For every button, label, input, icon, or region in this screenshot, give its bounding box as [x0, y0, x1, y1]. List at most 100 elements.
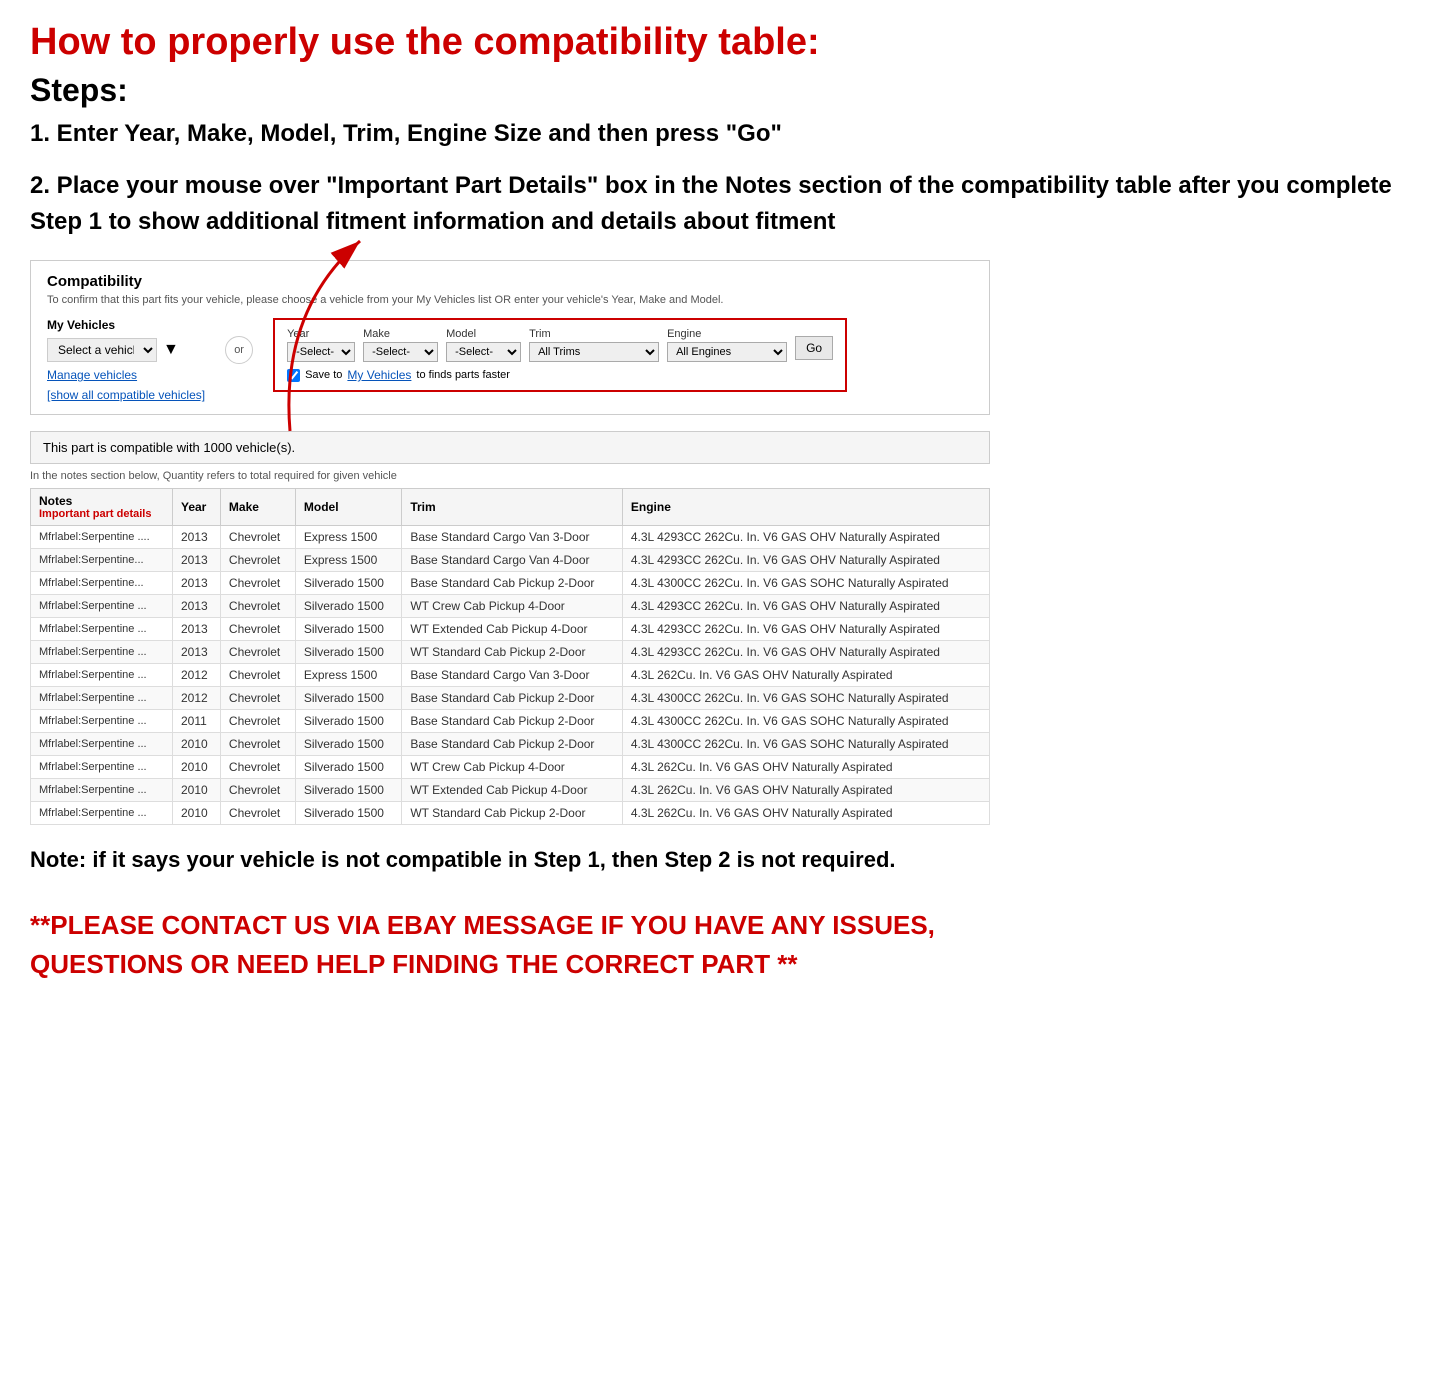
year-cell: 2013	[172, 526, 220, 549]
trim-cell: Base Standard Cargo Van 3-Door	[402, 664, 623, 687]
notes-cell: Mfrlabel:Serpentine ....	[31, 526, 173, 549]
engine-cell: 4.3L 4293CC 262Cu. In. V6 GAS OHV Natura…	[622, 641, 989, 664]
notes-cell: Mfrlabel:Serpentine ...	[31, 802, 173, 825]
engine-cell: 4.3L 4293CC 262Cu. In. V6 GAS OHV Natura…	[622, 526, 989, 549]
step1-text: 1. Enter Year, Make, Model, Trim, Engine…	[30, 117, 1415, 151]
model-cell: Express 1500	[295, 549, 401, 572]
contact-message: **PLEASE CONTACT US VIA EBAY MESSAGE IF …	[30, 906, 990, 984]
trim-cell: WT Extended Cab Pickup 4-Door	[402, 779, 623, 802]
model-cell: Silverado 1500	[295, 802, 401, 825]
trim-cell: WT Crew Cab Pickup 4-Door	[402, 595, 623, 618]
table-row: Mfrlabel:Serpentine ...2012ChevroletSilv…	[31, 687, 990, 710]
make-label: Make	[363, 328, 438, 340]
engine-cell: 4.3L 4300CC 262Cu. In. V6 GAS SOHC Natur…	[622, 710, 989, 733]
quantity-note: In the notes section below, Quantity ref…	[30, 470, 1415, 482]
table-body: Mfrlabel:Serpentine ....2013ChevroletExp…	[31, 526, 990, 825]
table-row: Mfrlabel:Serpentine ...2011ChevroletSilv…	[31, 710, 990, 733]
engine-cell: 4.3L 262Cu. In. V6 GAS OHV Naturally Asp…	[622, 802, 989, 825]
compat-title: Compatibility	[47, 273, 973, 290]
year-cell: 2013	[172, 572, 220, 595]
make-cell: Chevrolet	[220, 572, 295, 595]
year-cell: 2011	[172, 710, 220, 733]
table-row: Mfrlabel:Serpentine ...2010ChevroletSilv…	[31, 802, 990, 825]
year-select[interactable]: -Select-	[287, 342, 355, 362]
note-text: Note: if it says your vehicle is not com…	[30, 845, 990, 876]
model-cell: Express 1500	[295, 526, 401, 549]
model-cell: Silverado 1500	[295, 733, 401, 756]
trim-cell: Base Standard Cargo Van 3-Door	[402, 526, 623, 549]
vehicle-select[interactable]: Select a vehicle	[47, 338, 157, 362]
model-cell: Silverado 1500	[295, 595, 401, 618]
model-cell: Silverado 1500	[295, 756, 401, 779]
model-cell: Silverado 1500	[295, 779, 401, 802]
year-cell: 2012	[172, 664, 220, 687]
engine-cell: 4.3L 262Cu. In. V6 GAS OHV Naturally Asp…	[622, 756, 989, 779]
engine-cell: 4.3L 4300CC 262Cu. In. V6 GAS SOHC Natur…	[622, 572, 989, 595]
compat-form-row: My Vehicles Select a vehicle ▼ Manage ve…	[47, 318, 973, 402]
year-label: Year	[287, 328, 355, 340]
step2-text: 2. Place your mouse over "Important Part…	[30, 168, 1415, 240]
show-all-compatible-link[interactable]: [show all compatible vehicles]	[47, 388, 205, 402]
table-row: Mfrlabel:Serpentine...2013ChevroletSilve…	[31, 572, 990, 595]
year-cell: 2013	[172, 641, 220, 664]
trim-cell: WT Standard Cab Pickup 2-Door	[402, 802, 623, 825]
notes-cell: Mfrlabel:Serpentine ...	[31, 595, 173, 618]
my-vehicles-label: My Vehicles	[47, 318, 205, 332]
save-row: Save to My Vehicles to finds parts faste…	[287, 368, 833, 382]
engine-select[interactable]: All Engines	[667, 342, 787, 362]
main-title: How to properly use the compatibility ta…	[30, 20, 1415, 66]
notes-cell: Mfrlabel:Serpentine ...	[31, 664, 173, 687]
compat-subtitle: To confirm that this part fits your vehi…	[47, 294, 973, 306]
year-cell: 2010	[172, 802, 220, 825]
trim-cell: WT Crew Cab Pickup 4-Door	[402, 756, 623, 779]
table-row: Mfrlabel:Serpentine ...2012ChevroletExpr…	[31, 664, 990, 687]
make-cell: Chevrolet	[220, 710, 295, 733]
manage-vehicles-link[interactable]: Manage vehicles	[47, 368, 205, 382]
compatible-count-bar: This part is compatible with 1000 vehicl…	[30, 431, 990, 464]
trim-cell: Base Standard Cargo Van 4-Door	[402, 549, 623, 572]
notes-cell: Mfrlabel:Serpentine ...	[31, 779, 173, 802]
table-row: Mfrlabel:Serpentine ....2013ChevroletExp…	[31, 526, 990, 549]
notes-cell: Mfrlabel:Serpentine...	[31, 549, 173, 572]
compatibility-table: Notes Important part details Year Make M…	[30, 488, 990, 825]
table-row: Mfrlabel:Serpentine ...2013ChevroletSilv…	[31, 618, 990, 641]
engine-field: Engine All Engines	[667, 328, 787, 362]
make-header: Make	[220, 489, 295, 526]
trim-label: Trim	[529, 328, 659, 340]
trim-cell: Base Standard Cab Pickup 2-Door	[402, 733, 623, 756]
engine-cell: 4.3L 262Cu. In. V6 GAS OHV Naturally Asp…	[622, 664, 989, 687]
trim-cell: Base Standard Cab Pickup 2-Door	[402, 710, 623, 733]
save-label: Save to	[305, 369, 342, 381]
engine-header: Engine	[622, 489, 989, 526]
compatibility-box: Compatibility To confirm that this part …	[30, 260, 990, 415]
notes-cell: Mfrlabel:Serpentine...	[31, 572, 173, 595]
model-cell: Silverado 1500	[295, 710, 401, 733]
year-cell: 2013	[172, 595, 220, 618]
year-cell: 2012	[172, 687, 220, 710]
trim-cell: Base Standard Cab Pickup 2-Door	[402, 687, 623, 710]
make-cell: Chevrolet	[220, 595, 295, 618]
model-select[interactable]: -Select-	[446, 342, 521, 362]
year-cell: 2013	[172, 549, 220, 572]
save-checkbox[interactable]	[287, 369, 300, 382]
model-cell: Silverado 1500	[295, 641, 401, 664]
engine-cell: 4.3L 4300CC 262Cu. In. V6 GAS SOHC Natur…	[622, 733, 989, 756]
make-cell: Chevrolet	[220, 802, 295, 825]
table-row: Mfrlabel:Serpentine...2013ChevroletExpre…	[31, 549, 990, 572]
make-select[interactable]: -Select-	[363, 342, 438, 362]
or-divider: or	[225, 336, 253, 364]
go-button[interactable]: Go	[795, 336, 833, 360]
my-vehicles-section: My Vehicles Select a vehicle ▼ Manage ve…	[47, 318, 205, 402]
model-cell: Express 1500	[295, 664, 401, 687]
engine-cell: 4.3L 4293CC 262Cu. In. V6 GAS OHV Natura…	[622, 618, 989, 641]
make-cell: Chevrolet	[220, 549, 295, 572]
make-cell: Chevrolet	[220, 779, 295, 802]
notes-cell: Mfrlabel:Serpentine ...	[31, 618, 173, 641]
engine-label: Engine	[667, 328, 787, 340]
trim-select[interactable]: All Trims	[529, 342, 659, 362]
trim-header: Trim	[402, 489, 623, 526]
year-cell: 2013	[172, 618, 220, 641]
save-my-vehicles-link[interactable]: My Vehicles	[347, 368, 411, 382]
table-row: Mfrlabel:Serpentine ...2010ChevroletSilv…	[31, 733, 990, 756]
year-cell: 2010	[172, 779, 220, 802]
